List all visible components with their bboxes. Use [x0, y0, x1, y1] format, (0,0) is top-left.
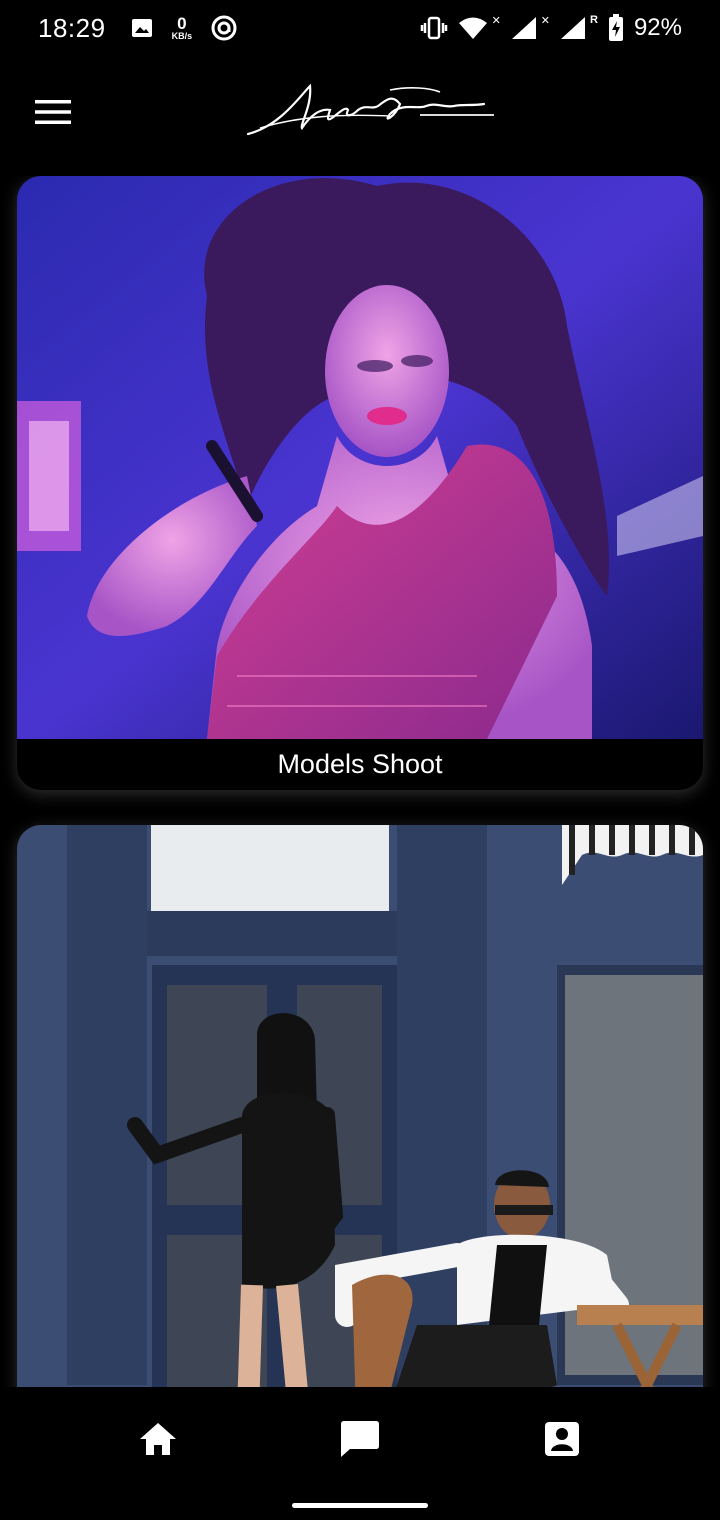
- vibrate-icon: [420, 16, 447, 40]
- menu-button[interactable]: [28, 90, 78, 134]
- net-speed-value: 0: [177, 14, 187, 33]
- feed[interactable]: Models Shoot: [0, 176, 720, 1387]
- signal-icon: [511, 17, 536, 39]
- gesture-handle[interactable]: [292, 1503, 428, 1508]
- bottom-navigation: [0, 1387, 720, 1520]
- no-data-mark-2: ✕: [540, 14, 550, 27]
- battery-charging-icon: [608, 14, 623, 41]
- nav-messages[interactable]: [330, 1415, 390, 1463]
- no-data-mark-1: ✕: [491, 14, 501, 27]
- image-icon: [131, 19, 152, 37]
- roaming-mark: R: [590, 14, 598, 26]
- net-speed: 0 KB/s: [172, 15, 193, 41]
- at-icon: [211, 15, 237, 41]
- album-card-couple-shoot[interactable]: [17, 825, 703, 1387]
- battery-percent: 92%: [633, 14, 682, 41]
- status-right-icons: ✕ ✕ R 92%: [420, 14, 682, 42]
- chat-icon: [341, 1421, 379, 1457]
- nav-contact[interactable]: [532, 1415, 592, 1463]
- app-screen: 18:29 0 KB/s ✕ ✕ R 92% Models Shoot: [0, 0, 720, 1520]
- wifi-icon: [458, 17, 487, 39]
- net-speed-unit: KB/s: [171, 31, 193, 41]
- home-icon: [140, 1423, 176, 1455]
- album-title: Models Shoot: [277, 749, 443, 779]
- app-bar: [0, 70, 720, 154]
- status-time: 18:29: [38, 12, 106, 43]
- hamburger-menu-icon: [35, 100, 71, 124]
- nav-home[interactable]: [128, 1415, 188, 1463]
- brand-logo: [246, 83, 494, 136]
- album-cover-photo: [17, 825, 703, 1387]
- signal-roaming-icon: [561, 17, 585, 39]
- album-cover-photo: [17, 176, 703, 739]
- status-left-icons: 0 KB/s: [130, 14, 239, 42]
- contact-icon: [545, 1422, 579, 1456]
- status-bar: 18:29 0 KB/s ✕ ✕ R 92%: [0, 0, 720, 56]
- album-card-models-shoot[interactable]: Models Shoot: [17, 176, 703, 790]
